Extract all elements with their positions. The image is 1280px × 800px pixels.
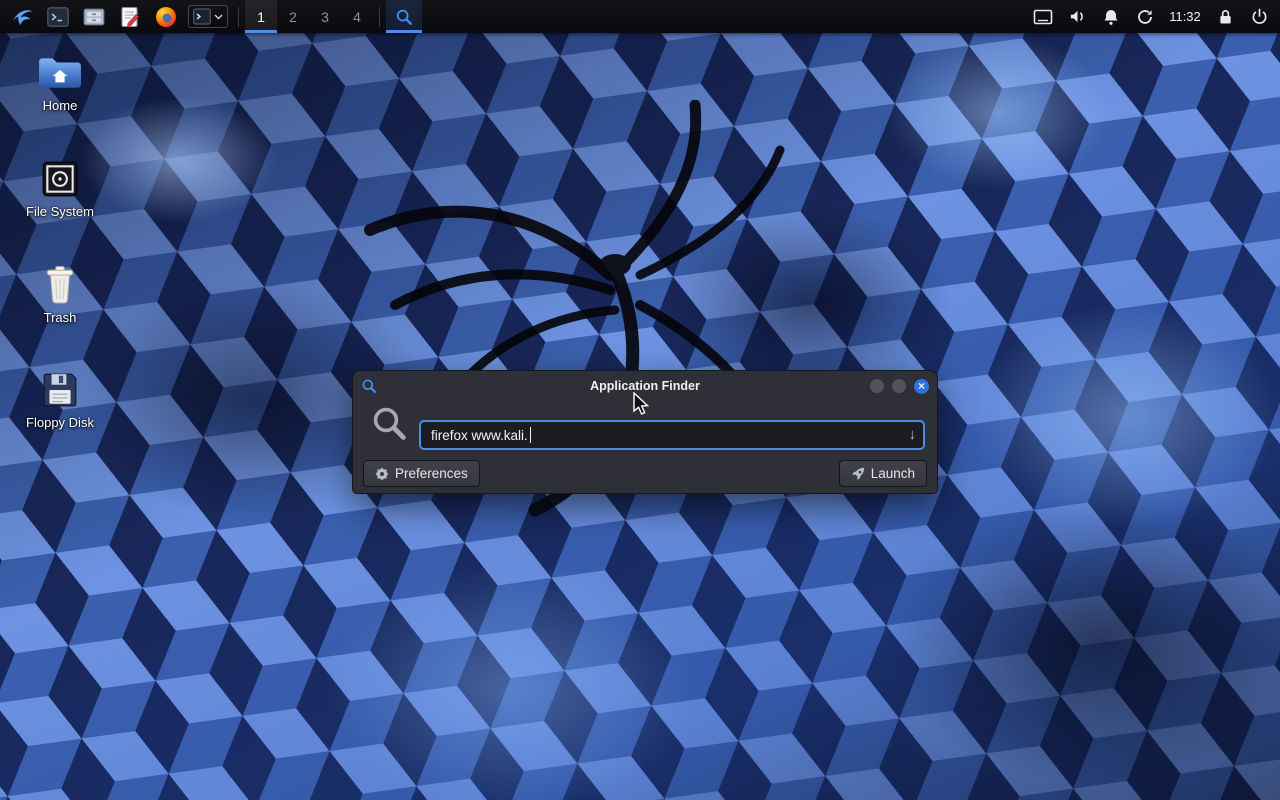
preferences-button[interactable]: Preferences [363,460,480,487]
file-manager-icon [83,7,105,27]
update-icon [1136,8,1154,26]
desktop-icon-label: Home [43,98,78,113]
minimize-button[interactable] [870,379,884,393]
desktop-icon-file-system[interactable]: File System [12,160,108,219]
text-editor-launcher[interactable] [112,0,148,33]
workspace-button-4[interactable]: 4 [341,0,373,33]
workspace-button-2[interactable]: 2 [277,0,309,33]
applications-menu-button[interactable] [4,0,40,33]
firefox-launcher[interactable] [148,0,184,33]
search-input[interactable]: firefox www.kali. ↓ [419,420,925,450]
clock-text: 11:32 [1169,9,1201,24]
file-manager-launcher[interactable] [76,0,112,33]
update-tray-button[interactable] [1128,0,1162,33]
panel-separator [379,7,380,27]
firefox-icon [155,6,177,28]
desktop-icon-label: Trash [44,310,77,325]
notifications-tray-button[interactable] [1094,0,1128,33]
application-finder-window: Application Finder × firefox www.kali. ↓… [352,370,938,494]
workspace-label: 1 [257,9,265,25]
launch-rocket-icon [851,467,865,481]
notifications-bell-icon [1102,8,1120,26]
launch-button[interactable]: Launch [839,460,927,487]
lock-icon [1218,8,1233,25]
workspace-button-3[interactable]: 3 [309,0,341,33]
display-tray-button[interactable] [1026,0,1060,33]
volume-tray-button[interactable] [1060,0,1094,33]
close-button[interactable]: × [914,379,929,394]
search-input-value: firefox www.kali. [431,428,528,443]
workspace-label: 4 [353,9,361,25]
display-icon [1033,9,1053,25]
mouse-cursor [632,392,654,416]
search-icon [395,8,413,26]
workspace-label: 2 [289,9,297,25]
trash-can-icon [43,264,77,304]
clock[interactable]: 11:32 [1162,0,1208,33]
gear-icon [375,467,389,481]
taskbar-application-finder-button[interactable] [386,0,422,33]
logout-button[interactable] [1242,0,1276,33]
launch-button-label: Launch [871,466,915,481]
power-icon [1251,8,1268,25]
chevron-down-icon [214,14,223,20]
desktop-icon-home[interactable]: Home [12,54,108,113]
history-dropdown-arrow-icon[interactable]: ↓ [909,426,917,443]
desktop-icon-trash[interactable]: Trash [12,264,108,325]
volume-icon [1068,8,1087,25]
workspace-button-1[interactable]: 1 [245,0,277,33]
preferences-button-label: Preferences [395,466,468,481]
terminal-dropdown-launcher[interactable] [184,0,232,33]
desktop-icon-label: Floppy Disk [26,415,94,430]
top-panel: 1 2 3 4 [0,0,1280,33]
text-editor-icon [119,6,141,28]
text-caret [530,427,532,443]
home-folder-icon [37,54,83,92]
workspace-label: 3 [321,9,329,25]
panel-separator [238,7,239,27]
floppy-disk-icon [41,371,79,409]
terminal-icon [47,7,69,27]
desktop-icon-floppy-disk[interactable]: Floppy Disk [12,371,108,430]
maximize-button[interactable] [892,379,906,393]
kali-menu-icon [10,4,35,29]
lock-screen-button[interactable] [1208,0,1242,33]
terminal-dropdown-icon [193,8,211,25]
window-title: Application Finder [353,379,937,393]
terminal-launcher[interactable] [40,0,76,33]
search-icon [369,403,409,443]
file-system-drive-icon [41,160,79,198]
desktop-icon-label: File System [26,204,94,219]
